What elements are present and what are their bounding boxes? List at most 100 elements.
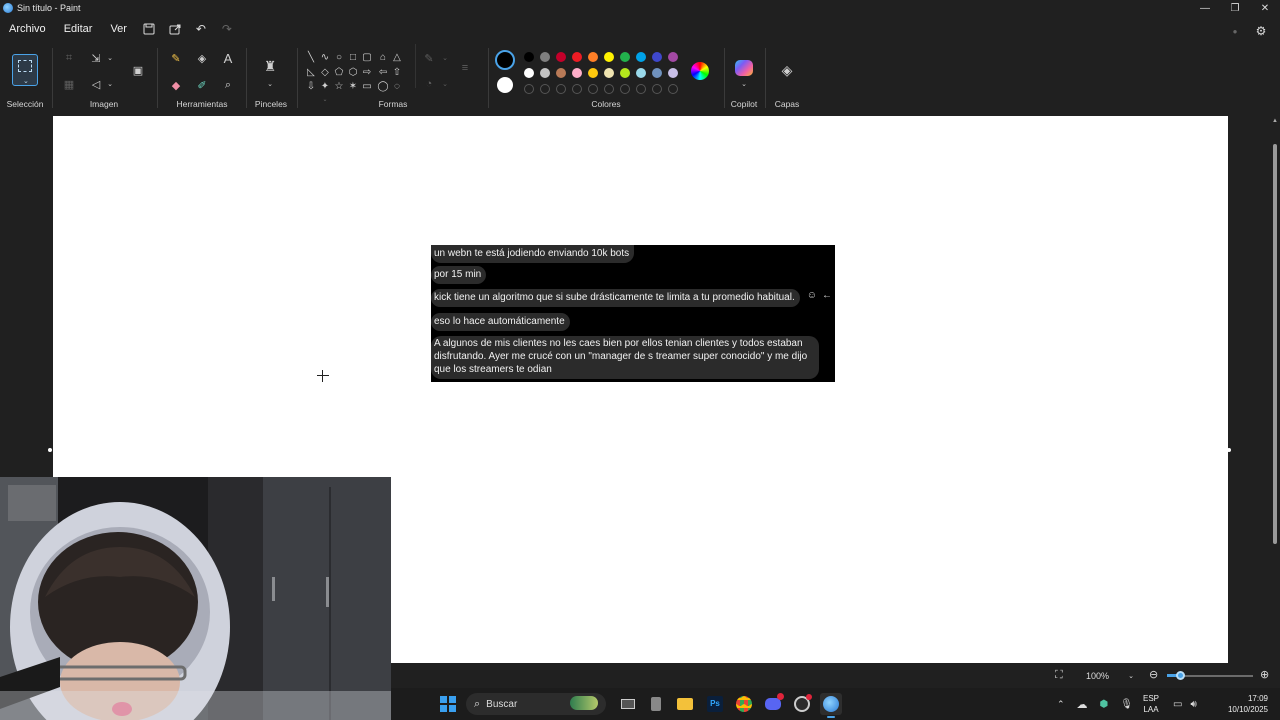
rectangle-shape-icon[interactable]: □ — [346, 50, 360, 64]
image-select-icon[interactable]: ▣ — [128, 60, 148, 80]
six-point-star-shape-icon[interactable]: ✶ — [346, 79, 360, 93]
zoom-select[interactable]: 100% ⌄ — [1082, 667, 1138, 684]
maximize-button[interactable]: ❐ — [1220, 0, 1250, 16]
line-shape-icon[interactable]: ╲ — [304, 50, 318, 64]
edit-colors-icon[interactable] — [691, 62, 709, 80]
chrome-icon[interactable] — [733, 693, 755, 715]
language-indicator[interactable]: ESP LAA — [1143, 693, 1159, 715]
obs-icon[interactable] — [791, 693, 813, 715]
color-swatch[interactable] — [588, 68, 598, 78]
color-swatch[interactable] — [620, 52, 630, 62]
photoshop-icon[interactable]: Ps — [704, 693, 726, 715]
eraser-icon[interactable]: ◆ — [166, 75, 186, 95]
color-swatch[interactable] — [668, 52, 678, 62]
zoom-out-icon[interactable]: ⊖ — [1149, 668, 1158, 681]
cloud-callout-shape-icon[interactable]: ◌ — [390, 79, 404, 93]
oval-shape-icon[interactable]: ○ — [332, 50, 346, 64]
color-swatch[interactable] — [668, 68, 678, 78]
arrow-left-shape-icon[interactable]: ⇦ — [376, 65, 390, 79]
onedrive-cloud-icon[interactable]: ☁ — [1077, 698, 1088, 711]
minimize-button[interactable]: — — [1190, 0, 1220, 16]
custom-color-slot[interactable] — [652, 84, 662, 94]
settings-gear-icon[interactable]: ⚙ — [1248, 20, 1274, 42]
five-point-star-shape-icon[interactable]: ☆ — [332, 79, 346, 93]
quick-settings[interactable]: ▭ 🔊︎ — [1173, 688, 1197, 720]
color-swatch[interactable] — [572, 52, 582, 62]
save-icon[interactable] — [136, 18, 162, 40]
close-button[interactable]: ✕ — [1250, 0, 1280, 16]
discord-icon[interactable] — [762, 693, 784, 715]
magnifier-icon[interactable]: ⌕ — [218, 75, 238, 95]
menu-archivo[interactable]: Archivo — [0, 23, 55, 35]
custom-color-slot[interactable] — [636, 84, 646, 94]
color-swatch[interactable] — [540, 52, 550, 62]
custom-color-slot[interactable] — [588, 84, 598, 94]
custom-color-slot[interactable] — [540, 84, 550, 94]
hexagon-shape-icon[interactable]: ⬡ — [346, 65, 360, 79]
color-swatch[interactable] — [524, 52, 534, 62]
menu-ver[interactable]: Ver — [101, 23, 136, 35]
primary-color-swatch[interactable] — [495, 50, 515, 70]
custom-color-slot[interactable] — [572, 84, 582, 94]
selection-tool-button[interactable]: ⌄ — [12, 54, 38, 86]
custom-color-slot[interactable] — [620, 84, 630, 94]
widgets-icon[interactable] — [645, 693, 667, 715]
canvas-resize-handle-left[interactable] — [48, 448, 52, 452]
arrow-up-shape-icon[interactable]: ⇧ — [390, 65, 404, 79]
chevron-down-icon[interactable]: ⌄ — [734, 74, 754, 94]
microphone-icon[interactable]: 🎙︎ — [1120, 699, 1133, 710]
chevron-down-icon[interactable]: ⌄ — [100, 48, 120, 68]
paint-icon[interactable] — [820, 693, 842, 718]
vertical-scrollbar[interactable]: ▲ — [1270, 114, 1280, 663]
arrow-right-shape-icon[interactable]: ⇨ — [360, 65, 374, 79]
security-shield-icon[interactable]: ⬢ — [1100, 699, 1109, 710]
scroll-up-icon[interactable]: ▲ — [1272, 118, 1278, 124]
custom-color-slot[interactable] — [604, 84, 614, 94]
scrollbar-thumb[interactable] — [1273, 144, 1277, 544]
triangle-shape-icon[interactable]: △ — [390, 50, 404, 64]
zoom-in-icon[interactable]: ⊕ — [1260, 668, 1269, 681]
taskbar-search-box[interactable]: ⌕ Buscar — [466, 693, 606, 715]
menu-editar[interactable]: Editar — [55, 23, 102, 35]
polygon-shape-icon[interactable]: ⌂ — [376, 50, 390, 64]
undo-icon[interactable]: ↶ — [188, 18, 214, 40]
taskbar-clock[interactable]: 17:09 10/10/2025 — [1228, 693, 1268, 715]
oval-callout-shape-icon[interactable]: ◯ — [376, 79, 390, 93]
show-hidden-icons-icon[interactable]: ⌃ — [1057, 699, 1065, 710]
layers-icon[interactable]: ◈ — [777, 60, 797, 80]
color-swatch[interactable] — [572, 68, 582, 78]
color-swatch[interactable] — [636, 68, 646, 78]
color-swatch[interactable] — [604, 68, 614, 78]
four-point-star-shape-icon[interactable]: ✦ — [318, 79, 332, 93]
share-icon[interactable] — [162, 18, 188, 40]
windows-start-icon[interactable] — [437, 693, 459, 715]
color-swatch[interactable] — [556, 52, 566, 62]
color-swatch[interactable] — [604, 52, 614, 62]
color-swatch[interactable] — [636, 52, 646, 62]
chevron-down-icon[interactable]: ⌄ — [260, 74, 280, 94]
fill-bucket-icon[interactable]: ◈ — [192, 48, 212, 68]
custom-color-slot[interactable] — [524, 84, 534, 94]
arrow-down-shape-icon[interactable]: ⇩ — [304, 79, 318, 93]
custom-color-slot[interactable] — [668, 84, 678, 94]
diamond-shape-icon[interactable]: ◇ — [318, 65, 332, 79]
color-swatch[interactable] — [556, 68, 566, 78]
color-swatch[interactable] — [652, 68, 662, 78]
color-swatch[interactable] — [588, 52, 598, 62]
pentagon-shape-icon[interactable]: ⬠ — [332, 65, 346, 79]
curve-shape-icon[interactable]: ∿ — [318, 50, 332, 64]
color-swatch[interactable] — [652, 52, 662, 62]
fit-to-window-icon[interactable]: ⛶ — [1055, 669, 1063, 682]
canvas-resize-handle-right[interactable] — [1227, 448, 1231, 452]
task-view-icon[interactable] — [617, 693, 639, 715]
color-swatch[interactable] — [524, 68, 534, 78]
chevron-down-icon[interactable]: ⌄ — [100, 74, 120, 94]
rounded-rectangle-shape-icon[interactable]: ▢ — [360, 50, 374, 64]
folder-icon[interactable] — [674, 693, 696, 715]
text-tool-icon[interactable]: A — [218, 48, 238, 68]
speech-bubble-shape-icon[interactable]: ▭ — [360, 79, 374, 93]
color-picker-icon[interactable]: ✐ — [192, 75, 212, 95]
color-swatch[interactable] — [540, 68, 550, 78]
color-swatch[interactable] — [620, 68, 630, 78]
right-triangle-shape-icon[interactable]: ◺ — [304, 65, 318, 79]
